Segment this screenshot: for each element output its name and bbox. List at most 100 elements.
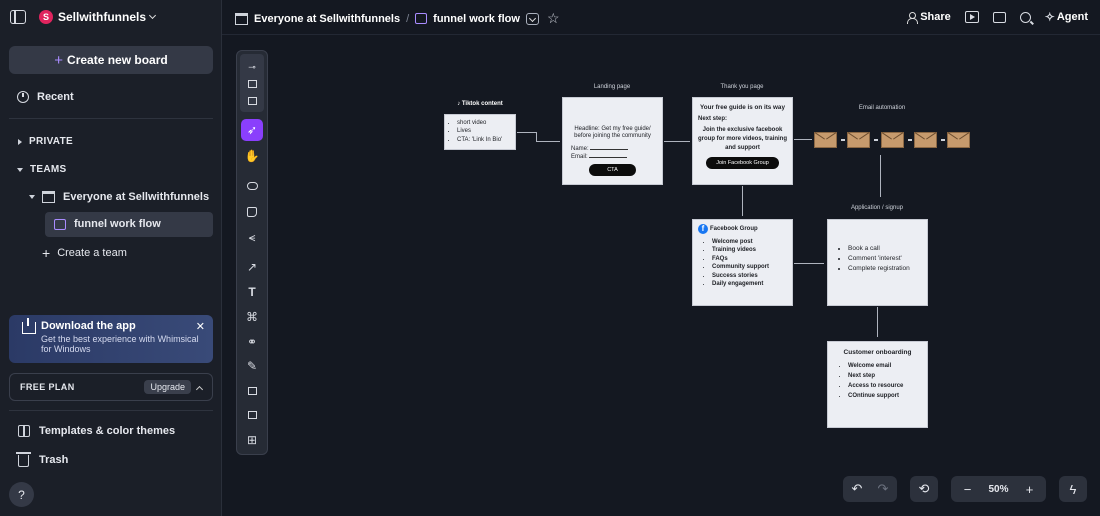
application-label: Application / signup [850, 205, 904, 211]
caret-right-icon[interactable] [18, 138, 22, 145]
thank-you-card[interactable]: Your free guide is on its way Next step:… [692, 97, 793, 185]
building-icon [235, 12, 248, 25]
sidebar-item-templates[interactable]: Templates & color themes [18, 425, 175, 437]
chevron-up-icon[interactable] [195, 385, 204, 393]
breadcrumb-separator: / [406, 12, 410, 25]
sidebar-item-label: Create a team [57, 247, 127, 259]
star-icon[interactable]: ☆ [547, 10, 560, 27]
board-icon [54, 218, 66, 230]
connector-arrow [536, 132, 537, 141]
search-icon[interactable] [1019, 11, 1031, 23]
list-item: Complete registration [848, 264, 919, 274]
list-item: Welcome email [848, 361, 919, 371]
sidebar-item-label: Everyone at Sellwithfunnels [63, 191, 210, 203]
landing-page-card[interactable]: Headline: Get my free guide/ before join… [562, 97, 663, 185]
sidebar-item-label: Recent [37, 91, 74, 103]
email-automation-label: Email automation [858, 105, 906, 111]
history-button[interactable]: ⟲ [910, 476, 938, 502]
caret-down-icon[interactable] [17, 167, 23, 172]
sidebar-item-label: funnel work flow [74, 218, 161, 230]
board-icon [415, 13, 428, 24]
onboarding-list: Welcome email Next step Access to resour… [836, 361, 919, 401]
landing-page-label: Landing page [593, 84, 631, 90]
sidebar-top: S Sellwithfunnels [0, 0, 222, 34]
history-icon: ⟲ [918, 481, 930, 496]
sidebar-item-label: Trash [39, 454, 69, 466]
sidebar-item-board[interactable]: funnel work flow [54, 218, 161, 230]
sidebar-item-team[interactable]: Everyone at Sellwithfunnels [29, 191, 209, 203]
connector-arrow [536, 141, 560, 142]
breadcrumb-team[interactable]: Everyone at Sellwithfunnels [254, 13, 400, 25]
lightning-icon: ϟ [1069, 481, 1077, 497]
envelope-icon [914, 132, 937, 148]
zoom-out-button[interactable]: − [955, 482, 981, 497]
facebook-title-text: Facebook Group [710, 226, 758, 232]
field-label: Name: [571, 146, 589, 152]
envelope-icon [947, 132, 970, 148]
caret-down-icon[interactable] [29, 195, 35, 199]
help-button[interactable]: ? [9, 482, 34, 507]
undo-redo-group: ↶ ↷ [843, 476, 897, 502]
upgrade-button[interactable]: Upgrade [144, 380, 191, 394]
share-button[interactable]: Share [906, 11, 951, 24]
person-icon [906, 11, 919, 24]
download-icon [22, 318, 36, 334]
thank-you-title: Your free guide is on its way [700, 104, 785, 111]
thank-you-label: Thank you page [720, 84, 764, 90]
board-canvas[interactable]: ♪ Tiktok content short video Lives CTA: … [222, 35, 1100, 516]
connector-arrow [880, 155, 881, 197]
agent-button[interactable]: ✧ Agent [1045, 10, 1088, 24]
section-label: TEAMS [30, 164, 67, 175]
create-board-button[interactable]: + Create new board [9, 46, 213, 74]
section-private[interactable]: PRIVATE [18, 136, 73, 147]
zoom-in-button[interactable]: + [1017, 482, 1043, 497]
facebook-group-card[interactable]: f Facebook Group Welcome post Training v… [692, 219, 793, 306]
facebook-icon: f [698, 224, 708, 234]
application-card[interactable]: Book a call Comment 'interest' Complete … [827, 219, 928, 306]
landing-name-field: Name: [571, 146, 654, 152]
list-item: Book a call [848, 244, 919, 254]
quick-actions-button[interactable]: ϟ [1059, 476, 1087, 502]
landing-email-field: Email: [571, 154, 654, 160]
list-item: Next step [848, 371, 919, 381]
list-item: Community support [712, 263, 787, 271]
breadcrumb-board[interactable]: funnel work flow [433, 13, 520, 25]
section-label: PRIVATE [29, 136, 73, 147]
plus-icon: + [42, 245, 51, 261]
comment-icon[interactable] [992, 11, 1006, 23]
undo-icon[interactable]: ↶ [844, 481, 870, 497]
sidebar-toggle-icon[interactable] [10, 10, 26, 24]
promo-subtitle: Get the best experience with Whimsical f… [41, 334, 199, 354]
agent-label: Agent [1056, 11, 1088, 23]
connector-dash [941, 139, 945, 141]
present-icon[interactable] [964, 11, 979, 23]
divider [9, 118, 213, 119]
sidebar-item-create-team[interactable]: + Create a team [42, 245, 127, 261]
workspace-switcher[interactable]: Sellwithfunnels [58, 10, 146, 24]
workspace-avatar[interactable]: S [39, 10, 53, 24]
landing-cta-button: CTA [589, 164, 636, 176]
section-teams[interactable]: TEAMS [17, 164, 67, 175]
redo-icon[interactable]: ↷ [870, 481, 896, 497]
sidebar-item-trash[interactable]: Trash [16, 452, 69, 467]
zoom-level[interactable]: 50% [981, 484, 1017, 495]
tiktok-card[interactable]: short video Lives CTA: 'Link In Bio' [444, 114, 516, 150]
list-item: Access to resource [848, 381, 919, 391]
onboarding-card[interactable]: Customer onboarding Welcome email Next s… [827, 341, 928, 428]
board-menu-button[interactable] [525, 12, 539, 25]
close-icon[interactable]: ✕ [196, 320, 205, 333]
sidebar-item-recent[interactable]: Recent [17, 91, 74, 103]
connector-dash [874, 139, 878, 141]
sidebar: S Sellwithfunnels + Create new board Rec… [0, 0, 222, 516]
tiktok-title: ♪ Tiktok content [444, 101, 516, 107]
thank-you-body: Join the exclusive facebook group for mo… [698, 127, 788, 151]
tiktok-icon: ♪ [457, 101, 461, 107]
divider [9, 410, 213, 411]
download-app-banner[interactable]: Download the app Get the best experience… [9, 315, 213, 363]
sparkle-icon: ✧ [1044, 10, 1055, 24]
building-icon [42, 191, 55, 203]
list-item: Success stories [712, 272, 787, 280]
plan-box[interactable]: FREE PLAN Upgrade [9, 373, 213, 401]
chevron-down-icon[interactable] [148, 11, 157, 19]
list-item: Lives [457, 127, 513, 135]
